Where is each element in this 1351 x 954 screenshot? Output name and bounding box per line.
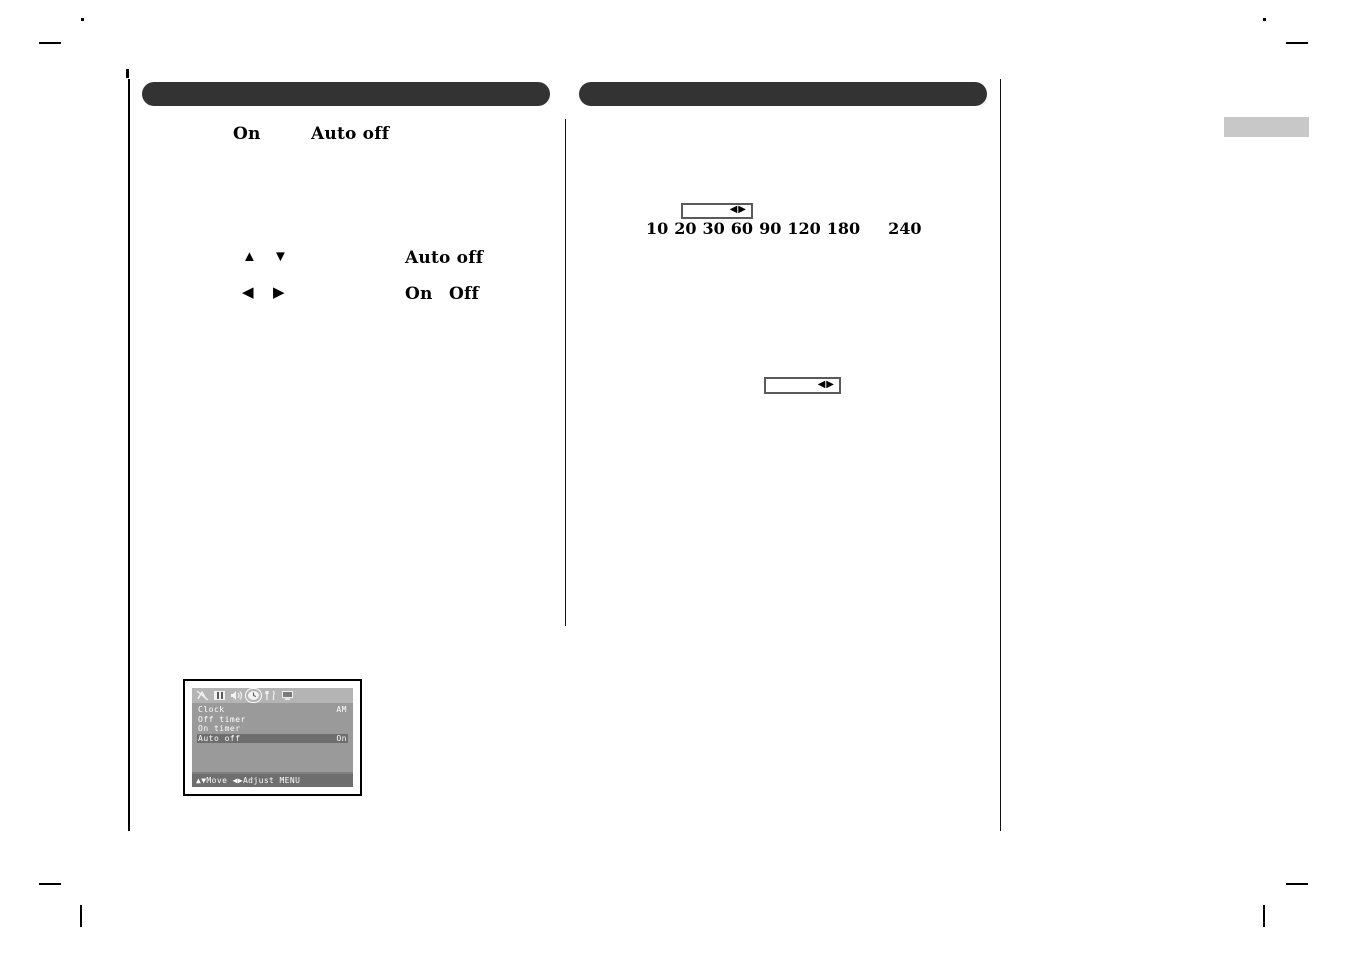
timer-value: 60 (730, 219, 754, 238)
osd-row-label: On timer (198, 724, 241, 733)
crop-mark-bottom-left (39, 883, 61, 885)
registration-dot-top-left (81, 18, 84, 21)
left-arrow-icon: ◀ (242, 285, 254, 301)
side-tab-marker (1224, 117, 1309, 137)
timer-value: 90 (759, 219, 782, 238)
left-section-header-bar (142, 82, 550, 106)
picture-icon[interactable] (213, 690, 226, 701)
osd-icon-bar (192, 688, 353, 703)
osd-row-label: Auto off (198, 733, 241, 743)
osd-footer-hints: ▲▼Move ◀▶Adjust MENU (192, 774, 353, 787)
right-page-rule (1000, 79, 1001, 831)
osd-menu-list: Clock AM Off timer On timer Auto off On (192, 703, 353, 772)
right-arrow-icon: ▶ (273, 285, 285, 301)
crop-mark-top-left (39, 42, 61, 44)
no-signal-icon[interactable] (196, 690, 209, 701)
keyword-auto-off-2: Auto off (405, 248, 484, 268)
keyword-on-1: On (233, 124, 261, 144)
manual-page: On Auto off ▲ ▼ ◀ ▶ Auto off On Off ◀▶ 1… (0, 0, 1351, 954)
up-arrow-icon: ▲ (242, 249, 257, 265)
osd-row-value: AM (336, 705, 347, 714)
crop-tick-bottom-left (80, 905, 82, 927)
timer-value: 240 (888, 219, 922, 238)
timer-value: 30 (702, 219, 725, 238)
timer-value: 10 (646, 219, 669, 238)
timer-value: 180 (826, 219, 861, 238)
on-timer-adjust-box[interactable]: ◀▶ (764, 377, 841, 394)
timer-value: 120 (787, 219, 821, 238)
osd-menu-row-auto-off[interactable]: Auto off On (197, 733, 348, 743)
off-timer-adjust-box[interactable]: ◀▶ (681, 203, 753, 219)
osd-row-label: Clock (198, 705, 225, 714)
sound-icon[interactable] (230, 690, 243, 701)
osd-screen: Clock AM Off timer On timer Auto off On … (192, 688, 353, 787)
off-timer-values: 10 20 30 60 90 120 180 240 (646, 219, 922, 238)
left-page-rule (128, 79, 130, 831)
osd-row-label: Off timer (198, 714, 246, 724)
crop-mark-top-right (1286, 42, 1308, 44)
osd-screenshot: Clock AM Off timer On timer Auto off On … (183, 679, 362, 796)
osd-menu-row-off-timer[interactable]: Off timer (197, 715, 348, 725)
osd-menu-row-clock[interactable]: Clock AM (197, 705, 348, 715)
crop-mark-bottom-right (1286, 883, 1308, 885)
crop-tick-top-left (126, 69, 129, 78)
keyword-on-2: On (405, 284, 433, 304)
timer-value: 20 (674, 219, 697, 238)
clock-icon[interactable] (245, 688, 262, 703)
pc-screen-icon[interactable] (281, 690, 294, 701)
right-section-header-bar (579, 82, 987, 106)
registration-dot-top-right (1263, 18, 1266, 21)
keyword-off-1: Off (449, 284, 480, 304)
crop-tick-bottom-right (1263, 905, 1265, 927)
osd-row-value: On (336, 733, 347, 743)
setup-icon[interactable] (264, 690, 277, 701)
osd-menu-row-on-timer[interactable]: On timer (197, 724, 348, 734)
down-arrow-icon: ▼ (273, 249, 288, 265)
column-divider (565, 119, 566, 626)
keyword-auto-off-1: Auto off (311, 124, 390, 144)
left-right-arrows-icon: ◀▶ (729, 204, 747, 215)
left-right-arrows-icon: ◀▶ (817, 378, 835, 390)
